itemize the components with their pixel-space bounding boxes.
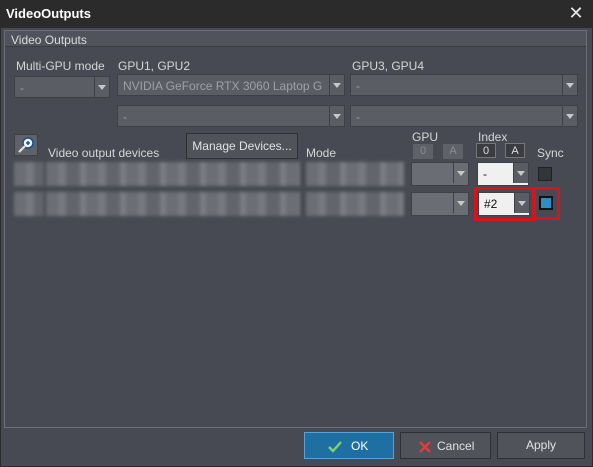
gpu1-value: NVIDIA GeForce RTX 3060 Laptop GP <box>123 79 323 93</box>
magnify-plus-icon <box>18 137 34 153</box>
multi-gpu-mode-select[interactable]: - <box>14 76 110 98</box>
apply-button[interactable]: Apply <box>497 432 585 459</box>
gpu12-label: GPU1, GPU2 <box>118 59 191 73</box>
chevron-down-icon <box>513 163 528 183</box>
chevron-down-icon <box>562 106 577 126</box>
device-row-2-gpu-select[interactable] <box>411 192 469 216</box>
gpu3-value: - <box>356 79 360 93</box>
group-header <box>5 31 586 47</box>
chevron-down-icon <box>94 77 109 97</box>
chevron-down-icon <box>514 193 529 213</box>
window-title: VideoOutputs <box>6 6 91 21</box>
x-icon <box>419 441 431 453</box>
close-button[interactable]: ✕ <box>563 2 589 24</box>
device-row-1-mode[interactable] <box>306 162 404 186</box>
multi-gpu-mode-value: - <box>20 81 24 95</box>
gpu3-select[interactable]: - <box>350 74 578 96</box>
index-auto-button[interactable]: A <box>505 143 525 158</box>
mode-label: Mode <box>306 146 337 160</box>
gpu4-select[interactable]: - <box>350 105 578 127</box>
device-row-2-mode[interactable] <box>306 192 404 216</box>
chevron-down-icon <box>562 75 577 95</box>
device-row-2-index-select[interactable]: #2 <box>478 192 530 216</box>
device-row-2-name[interactable] <box>46 192 300 216</box>
sync-column-label: Sync <box>537 146 564 160</box>
gpu-column-label: GPU <box>412 130 439 144</box>
add-device-button[interactable] <box>14 134 38 156</box>
device-row-1-name[interactable] <box>46 162 300 186</box>
device-row-1-index-select[interactable]: - <box>477 162 529 186</box>
gpu-zero-button[interactable]: 0 <box>413 144 433 159</box>
index-zero-button[interactable]: 0 <box>476 143 496 158</box>
device-row-1-id <box>14 162 44 186</box>
device-row-1-index-value: - <box>483 167 487 181</box>
cancel-label: Cancel <box>437 439 475 453</box>
chevron-down-icon <box>453 193 468 213</box>
gpu1-select[interactable]: NVIDIA GeForce RTX 3060 Laptop GP <box>117 74 345 96</box>
cancel-button[interactable]: Cancel <box>400 432 491 459</box>
gpu-auto-button[interactable]: A <box>443 144 463 159</box>
video-output-devices-label: Video output devices <box>48 146 160 160</box>
gpu2-select[interactable]: - <box>117 105 345 127</box>
device-row-1-sync-checkbox[interactable] <box>538 167 552 181</box>
ok-label: OK <box>351 439 369 453</box>
ok-button[interactable]: OK <box>304 432 394 459</box>
device-row-1-gpu-select[interactable] <box>411 162 469 186</box>
gpu34-label: GPU3, GPU4 <box>352 59 425 73</box>
device-row-2-id <box>14 192 44 216</box>
group-title: Video Outputs <box>11 33 87 47</box>
multi-gpu-mode-label: Multi-GPU mode <box>16 59 105 73</box>
gpu4-value: - <box>356 110 360 124</box>
device-row-2-index-value: #2 <box>484 197 498 211</box>
chevron-down-icon <box>329 106 344 126</box>
chevron-down-icon <box>329 75 344 95</box>
device-row-2-sync-checkbox[interactable] <box>539 196 553 210</box>
gpu2-value: - <box>123 110 127 124</box>
manage-devices-button[interactable]: Manage Devices... <box>186 133 298 159</box>
index-column-label: Index <box>478 130 508 144</box>
check-icon <box>328 441 342 453</box>
chevron-down-icon <box>453 163 468 183</box>
